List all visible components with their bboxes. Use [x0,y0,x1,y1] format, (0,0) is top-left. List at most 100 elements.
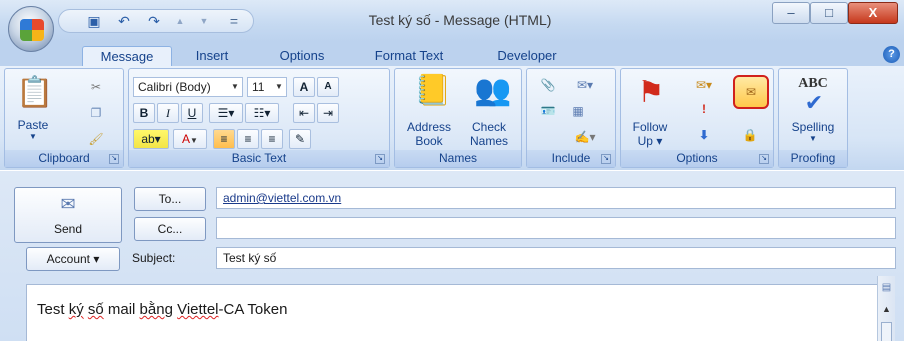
highlighter-icon: ab▾ [141,132,161,146]
font-name-combo[interactable]: Calibri (Body) ▼ [133,77,243,97]
attach-file-icon[interactable]: 📎 [537,75,559,95]
grow-font-button[interactable]: A [293,77,315,97]
help-icon[interactable]: ? [883,46,900,63]
tab-developer[interactable]: Developer [482,46,572,67]
redo-icon[interactable]: ↷ [145,13,163,29]
spelling-label: Spelling [791,120,835,134]
encrypt-icon[interactable]: 🔒 [739,125,761,145]
minimize-button[interactable]: – [772,2,810,24]
dialog-launcher-icon[interactable]: ↘ [109,154,119,164]
scroll-up-icon[interactable]: ▲ [880,304,893,318]
copy-icon[interactable]: ❐ [85,103,107,123]
highlight-button[interactable]: ab▾ [133,129,169,149]
address-book-button[interactable]: 📒 Address Book [399,71,459,151]
body-text: Test ký số mail bằng Viettel-CA Token [37,301,287,318]
subject-field[interactable]: Test ký số [216,247,896,269]
align-right-icon: ≡ [268,132,276,146]
font-color-button[interactable]: A▼ [173,129,207,149]
tab-message[interactable]: Message [82,46,172,67]
body-word: số [87,301,104,318]
group-basic-text: Calibri (Body) ▼ 11 ▼ A A B I U ☰▾ ☷▾ ⇤ ⇥ … [128,68,390,168]
tab-insert[interactable]: Insert [180,46,244,67]
paste-button[interactable]: 📋 Paste ▼ [7,73,59,149]
bold-button[interactable]: B [133,103,155,123]
group-proofing: ABC ✔ Spelling ▼ Proofing [778,68,848,168]
underline-button[interactable]: U [181,103,203,123]
align-center-button[interactable]: ≡ [237,129,259,149]
paste-label: Paste [17,118,49,132]
body-word: Viettel [177,301,219,318]
tab-options[interactable]: Options [266,46,338,67]
next-item-icon[interactable]: ▼ [195,13,213,29]
dialog-launcher-icon[interactable]: ↘ [759,154,769,164]
customize-qat-icon[interactable]: = [225,13,243,29]
cc-field[interactable] [216,217,896,239]
paste-dropdown-icon: ▼ [29,132,37,141]
group-label-clipboard: Clipboard ↘ [5,150,123,167]
address-book-label-1: Address [406,120,452,134]
message-body[interactable]: Test ký số mail bằng Viettel-CA Token [26,284,878,341]
close-button[interactable]: X [848,2,898,24]
window-title: Test ký số - Message (HTML) [368,12,552,28]
format-painter-icon[interactable]: 🖌 [85,129,107,149]
group-options: ⚑ Follow Up ▾ ✉▾ ! ⬇ ✉ 🔒 Options ↘ [620,68,774,168]
options-label: Options [676,151,718,165]
decrease-indent-button[interactable]: ⇤ [293,103,315,123]
increase-indent-button[interactable]: ⇥ [317,103,339,123]
align-left-icon: ≡ [220,132,228,146]
undo-icon[interactable]: ↶ [115,13,133,29]
chevron-down-icon: ▼ [231,82,239,91]
check-names-button[interactable]: 👥 Check Names [459,71,519,151]
attach-item-icon[interactable]: ✉▾ [567,75,603,95]
font-size-combo[interactable]: 11 ▼ [247,77,287,97]
align-left-button[interactable]: ≡ [213,129,235,149]
bullets-button[interactable]: ☰▾ [209,103,243,123]
align-center-icon: ≡ [244,132,252,146]
increase-indent-icon: ⇥ [322,106,334,120]
dialog-launcher-icon[interactable]: ↘ [601,154,611,164]
vertical-scrollbar[interactable]: ▤ ▲ [877,276,895,341]
numbering-button[interactable]: ☷▾ [245,103,279,123]
categorize-icon[interactable]: ✉▾ [693,75,715,95]
send-button[interactable]: ✉ Send [14,187,122,243]
dialog-launcher-icon[interactable]: ↘ [375,154,385,164]
check-names-label-1: Check [471,120,506,134]
group-label-include: Include ↘ [527,150,615,167]
to-button[interactable]: To... [134,187,206,211]
chevron-down-icon: ▼ [275,82,283,91]
save-icon[interactable]: ▣ [85,13,103,29]
names-label: Names [438,151,477,165]
to-field[interactable]: admin@viettel.com.vn [216,187,896,209]
chevron-down-icon: ▼ [190,136,198,145]
font-color-value: A [182,132,191,146]
body-word: Test [37,301,69,318]
view-ruler-icon[interactable]: ▤ [880,282,893,296]
office-button[interactable] [8,6,54,52]
maximize-button[interactable]: □ [810,2,848,24]
tab-format-text[interactable]: Format Text [360,46,458,67]
styles-button[interactable]: ✎ [289,129,311,149]
group-label-basic-text: Basic Text ↘ [129,150,389,167]
high-importance-icon[interactable]: ! [693,99,715,119]
signature-icon[interactable]: ✍▾ [567,127,603,147]
address-book-label-2: Book [415,134,443,148]
subject-label: Subject: [132,251,176,265]
spelling-button[interactable]: ABC ✔ Spelling ▼ [781,71,845,151]
group-clipboard: 📋 Paste ▼ ✂ ❐ 🖌 Clipboard ↘ [4,68,124,168]
italic-button[interactable]: I [157,103,179,123]
digitally-sign-button[interactable]: ✉ [733,75,769,109]
follow-up-button[interactable]: ⚑ Follow Up ▾ [623,71,677,151]
scrollbar-thumb[interactable] [881,322,892,341]
cut-icon[interactable]: ✂ [85,77,107,97]
group-label-proofing: Proofing [779,150,847,167]
align-right-button[interactable]: ≡ [261,129,283,149]
previous-item-icon[interactable]: ▲ [171,13,189,29]
bullet-list-icon: ☰▾ [217,106,235,120]
low-importance-icon[interactable]: ⬇ [693,125,715,145]
calendar-icon[interactable]: ▦ [567,101,589,121]
cc-button[interactable]: Cc... [134,217,206,241]
shrink-font-button[interactable]: A [317,77,339,97]
business-card-icon[interactable]: 🪪 [537,101,559,121]
proofing-label: Proofing [790,151,836,165]
account-button[interactable]: Account ▾ [26,247,120,271]
